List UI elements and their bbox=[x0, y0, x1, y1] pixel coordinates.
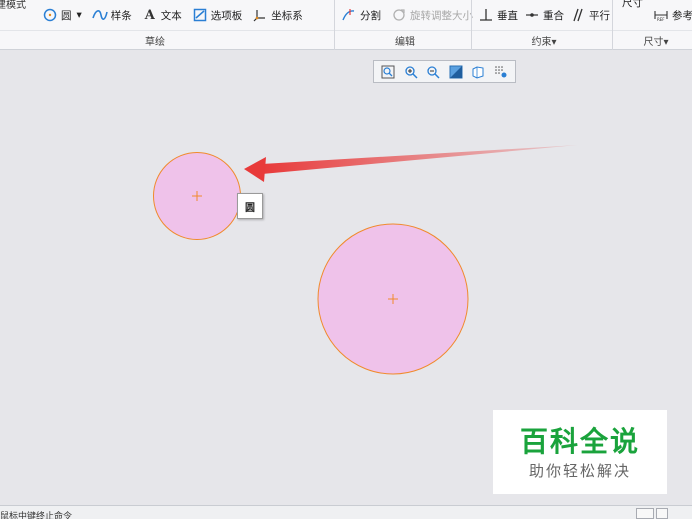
ribbon-group-divider bbox=[0, 30, 692, 31]
separator-sketch-edit bbox=[334, 0, 335, 50]
group-label-constrain[interactable]: 约束▾ bbox=[524, 33, 564, 48]
saved-views-icon[interactable] bbox=[470, 64, 486, 80]
vertical-constraint-label: 垂直 bbox=[497, 9, 518, 22]
text-tool-label: 文本 bbox=[160, 9, 182, 22]
palette-tool-button[interactable]: 选项板 bbox=[192, 7, 243, 23]
group-label-edit: 编辑 bbox=[395, 37, 415, 48]
spline-tool-button[interactable]: 样条 bbox=[92, 7, 132, 23]
divide-tool-label: 分割 bbox=[360, 9, 381, 22]
rotate-resize-icon bbox=[391, 7, 407, 23]
circle-tool-button[interactable]: 圆 ▾ bbox=[42, 7, 82, 23]
text-icon: A bbox=[144, 7, 155, 23]
dimension-dropdown-caret: ▾ bbox=[663, 37, 669, 48]
group-label-constrain-text: 约束 bbox=[531, 37, 552, 48]
spline-icon bbox=[92, 7, 108, 23]
separator-edit-constrain bbox=[471, 0, 472, 50]
constrain-dropdown-caret: ▾ bbox=[551, 37, 557, 48]
circle-icon bbox=[42, 7, 58, 23]
circle-tool-label: 圆 bbox=[61, 9, 72, 22]
divide-tool-button[interactable]: 分割 bbox=[341, 7, 381, 23]
large-circle[interactable] bbox=[317, 223, 469, 375]
palette-tool-label: 选项板 bbox=[210, 9, 243, 22]
dimension-tool-label[interactable]: 尺寸 bbox=[622, 0, 643, 10]
sketch-display-icon[interactable] bbox=[493, 64, 509, 80]
reference-dimension-button[interactable]: REF 参考 bbox=[653, 7, 692, 23]
coordinate-system-icon bbox=[252, 7, 268, 23]
separator-constrain-dimension bbox=[612, 0, 613, 50]
status-message: 鼠标中键终止命令 bbox=[0, 512, 73, 519]
parallel-constraint-button[interactable]: 平行 bbox=[570, 7, 610, 23]
circle-tooltip-text: 圆 bbox=[245, 202, 255, 214]
svg-text:REF: REF bbox=[657, 17, 665, 22]
palette-icon bbox=[192, 7, 208, 23]
annotation-arrow bbox=[244, 145, 578, 182]
vertical-constraint-button[interactable]: 垂直 bbox=[478, 7, 518, 23]
text-tool-button[interactable]: A 文本 bbox=[142, 7, 182, 23]
parallel-icon bbox=[570, 7, 586, 23]
coincident-constraint-label: 重合 bbox=[543, 9, 564, 22]
watermark-title: 百科全说 bbox=[519, 425, 640, 458]
sketch-tools-row: 圆 ▾ 样条 A 文本 选项板 坐标系 bbox=[42, 0, 313, 30]
edit-tools-row: 分割 旋转调整大小 bbox=[341, 0, 483, 30]
watermark-subtitle: 助你轻松解决 bbox=[528, 462, 631, 480]
reference-icon: REF bbox=[653, 7, 669, 23]
baike-watermark: 百科全说 助你轻松解决 bbox=[493, 410, 667, 494]
circle-tooltip: 圆 bbox=[237, 193, 263, 219]
zoom-out-icon[interactable] bbox=[425, 64, 441, 80]
reference-dimension-label: 参考 bbox=[672, 9, 692, 22]
small-circle[interactable] bbox=[153, 152, 241, 240]
parallel-constraint-label: 平行 bbox=[589, 9, 610, 22]
coincident-constraint-button[interactable]: 重合 bbox=[524, 7, 564, 23]
rotate-resize-tool-button[interactable]: 旋转调整大小 bbox=[391, 7, 473, 23]
zoom-fit-icon[interactable] bbox=[380, 64, 396, 80]
selection-filter-icon[interactable] bbox=[636, 508, 654, 519]
circle-dropdown-caret[interactable]: ▾ bbox=[77, 9, 82, 21]
group-label-dimension[interactable]: 尺寸▾ bbox=[636, 33, 676, 48]
divide-icon bbox=[341, 7, 357, 23]
ribbon-left-clip: 建模式 bbox=[0, 0, 26, 11]
coord-system-tool-button[interactable]: 坐标系 bbox=[252, 7, 303, 23]
perpendicular-icon bbox=[478, 7, 494, 23]
coincident-icon bbox=[524, 7, 540, 23]
display-style-icon[interactable] bbox=[448, 64, 464, 80]
constraint-tools-row: 垂直 重合 平行 bbox=[478, 0, 620, 30]
status-dropdown-icon[interactable] bbox=[656, 508, 668, 519]
coord-system-tool-label: 坐标系 bbox=[271, 9, 303, 22]
spline-tool-label: 样条 bbox=[110, 9, 132, 22]
dimension-tools-row: REF 参考 bbox=[653, 0, 692, 30]
group-label-sketch: 草绘 bbox=[145, 37, 165, 48]
status-bar: 鼠标中键终止命令 bbox=[0, 505, 692, 519]
ribbon: 建模式 圆 ▾ 样条 A 文本 选项板 坐标系 分割 旋转调整大小 垂直 重合 … bbox=[0, 0, 692, 50]
graphics-toolbar bbox=[373, 60, 516, 83]
group-label-dimension-text: 尺寸 bbox=[643, 37, 664, 48]
rotate-resize-tool-label: 旋转调整大小 bbox=[410, 9, 473, 22]
zoom-in-icon[interactable] bbox=[403, 64, 419, 80]
